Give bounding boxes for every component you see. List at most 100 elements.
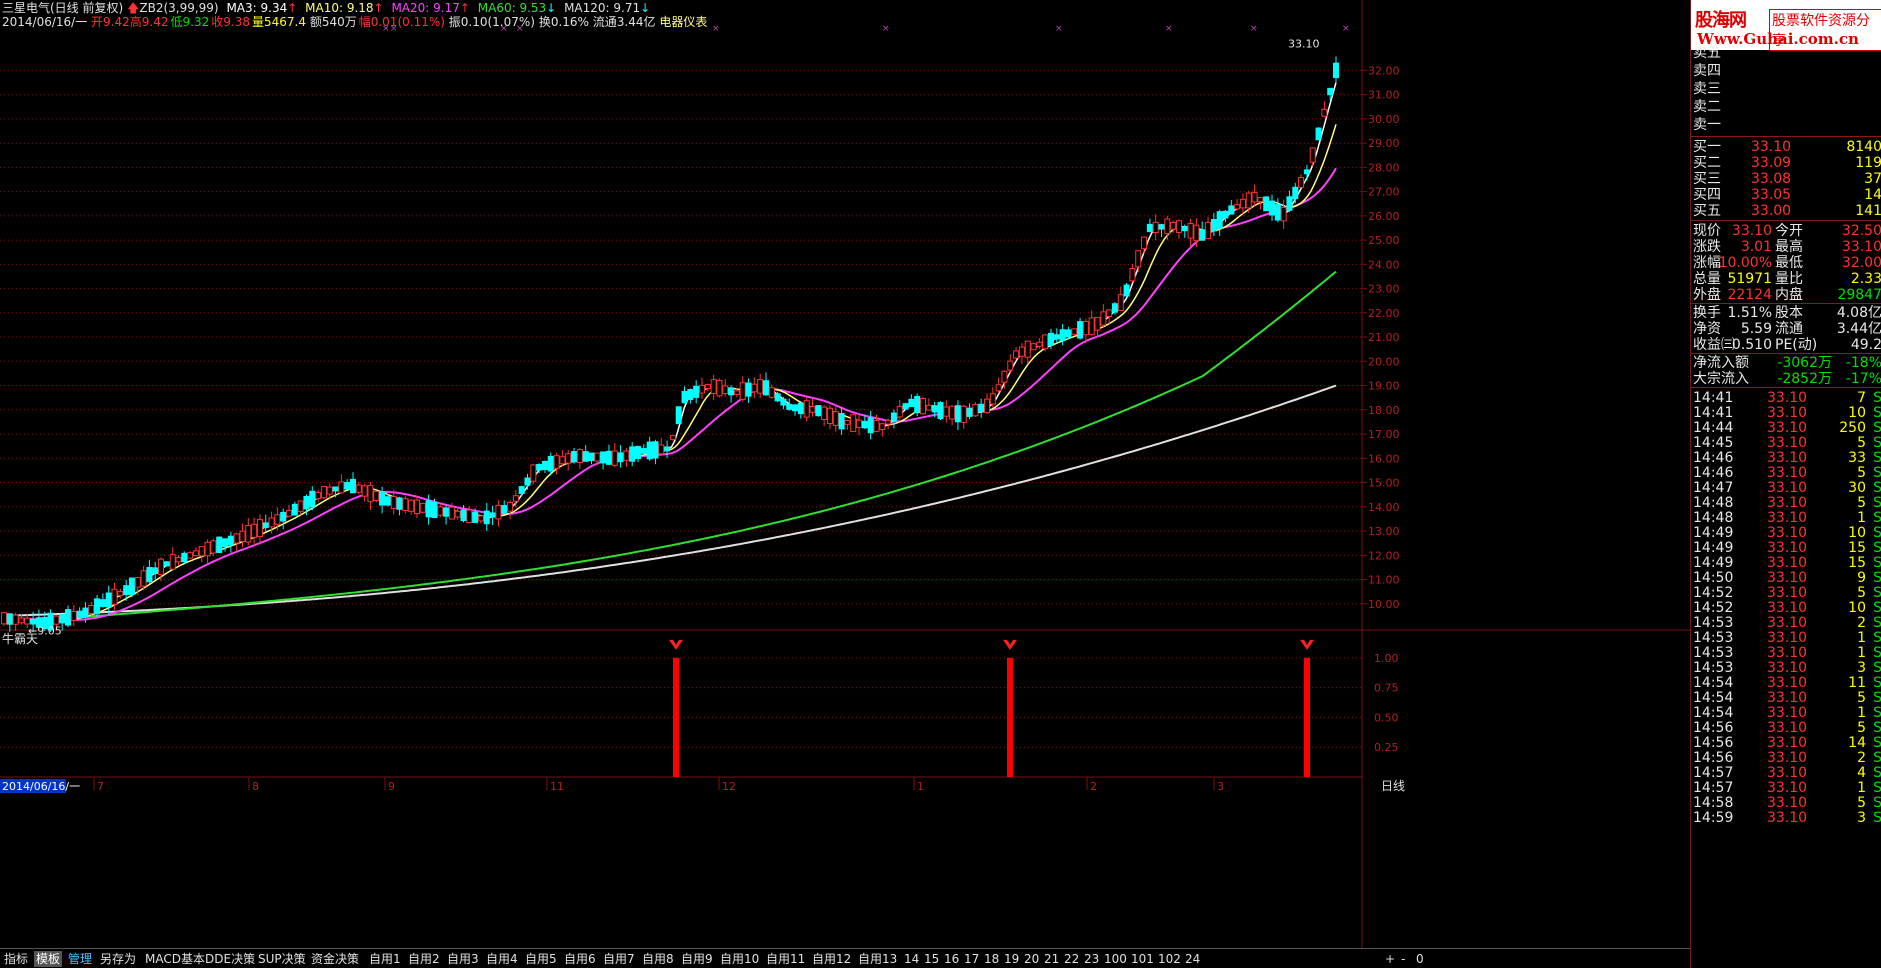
tab-7[interactable]: SUP决策 — [256, 951, 308, 967]
candle-down — [547, 455, 554, 472]
tab-13[interactable]: 自用5 — [523, 951, 559, 967]
candle-down — [1077, 321, 1084, 339]
tab-11[interactable]: 自用3 — [445, 951, 481, 967]
indicator-name[interactable]: ZB2(3,99,99) — [139, 1, 218, 15]
tab-20[interactable]: 自用12 — [810, 951, 853, 967]
tab-3[interactable]: 管理 — [66, 951, 94, 967]
candle-up — [850, 414, 857, 433]
candle-up — [920, 397, 927, 415]
kline-chart[interactable]: 10.0011.0012.0013.0014.0015.0016.0017.00… — [0, 0, 1690, 948]
tab-18[interactable]: 自用10 — [718, 951, 761, 967]
candle-down — [303, 495, 310, 510]
stock-name[interactable]: 三星电气(日线 前复权) — [2, 1, 123, 15]
tab-9[interactable]: 自用1 — [367, 951, 403, 967]
tab-30[interactable]: 22 — [1062, 951, 1081, 967]
tab-4[interactable]: 另存为 — [98, 951, 138, 967]
tab-27[interactable]: 19 — [1002, 951, 1021, 967]
candle-down — [280, 511, 287, 522]
bid-volume: 141 — [1855, 203, 1881, 219]
ask-row: 卖四 — [1691, 62, 1881, 80]
tab-10[interactable]: 自用2 — [406, 951, 442, 967]
tab-16[interactable]: 自用8 — [640, 951, 676, 967]
tab-8[interactable]: 资金决策 — [309, 951, 361, 967]
tab-15[interactable]: 自用7 — [601, 951, 637, 967]
price-tick-label: 18.00 — [1368, 404, 1400, 417]
candle-up — [1245, 192, 1252, 209]
zoom-in-button[interactable]: + — [1383, 951, 1397, 967]
candle-up — [18, 617, 25, 624]
quote-label: 收益㈢ — [1693, 337, 1735, 353]
tab-31[interactable]: 23 — [1082, 951, 1101, 967]
tab-14[interactable]: 自用6 — [562, 951, 598, 967]
tab-35[interactable]: 24 — [1183, 951, 1202, 967]
candle-up — [856, 419, 863, 429]
candle-up — [12, 614, 19, 625]
quote-value: 29847 — [1837, 287, 1881, 303]
price-tick-label: 16.00 — [1368, 452, 1400, 465]
tab-22[interactable]: 14 — [902, 951, 921, 967]
candle-up — [413, 499, 420, 515]
amplitude-value: 振0.10(1.07%) — [448, 15, 535, 29]
kline-chart-area[interactable]: 10.00 11.00 12.00 13.00 14.00 15.00 16.00 17.00… — [0, 0, 1690, 948]
tab-26[interactable]: 18 — [982, 951, 1001, 967]
tab-6[interactable]: DDE决策 — [203, 951, 257, 967]
month-label: 1 — [917, 780, 924, 793]
candle-up — [594, 452, 601, 462]
candle-up — [268, 517, 275, 528]
candle-up — [373, 490, 380, 502]
candle-down — [728, 387, 735, 396]
candle-down — [291, 503, 298, 516]
candle-down — [332, 486, 339, 492]
zoom-out-button[interactable]: - — [1399, 951, 1407, 967]
bottom-tab-bar: 指标 模板 管理 另存为 MACD基本 DDE决策 SUP决策 资金决策 自用1 自用2 自用3 自用… — [0, 948, 1690, 968]
tab-19[interactable]: 自用11 — [764, 951, 807, 967]
tab-34[interactable]: 102 — [1156, 951, 1183, 967]
candle-up — [576, 449, 583, 463]
tab-2[interactable]: 模板 — [34, 951, 63, 967]
bid-price: 33.00 — [1751, 203, 1792, 219]
sub-tick-label: 0.50 — [1374, 711, 1399, 724]
candle-up — [972, 404, 979, 417]
candle-up — [53, 615, 60, 625]
candle-up — [553, 455, 560, 469]
candle-down — [379, 491, 386, 506]
tab-12[interactable]: 自用4 — [484, 951, 520, 967]
candle-down — [1199, 229, 1206, 241]
tab-29[interactable]: 21 — [1042, 951, 1061, 967]
signal-bar — [1304, 657, 1310, 777]
candle-down — [617, 452, 624, 463]
tab-21[interactable]: 自用13 — [856, 951, 899, 967]
candle-up — [1129, 267, 1136, 282]
tab-33[interactable]: 101 — [1129, 951, 1156, 967]
tab-17[interactable]: 自用9 — [679, 951, 715, 967]
price-tick-label: 29.00 — [1368, 137, 1400, 150]
candle-up — [751, 383, 758, 393]
candle-down — [489, 512, 496, 518]
tab-23[interactable]: 15 — [922, 951, 941, 967]
candle-up — [1193, 224, 1200, 242]
candle-up — [803, 400, 810, 418]
tab-25[interactable]: 17 — [962, 951, 981, 967]
candle-up — [1280, 206, 1287, 222]
logo-name: 股海网 — [1695, 10, 1747, 31]
tab-5[interactable]: MACD基本 — [143, 951, 207, 967]
candle-up — [716, 379, 723, 397]
candle-up — [117, 591, 124, 597]
tab-32[interactable]: 100 — [1102, 951, 1129, 967]
tab-24[interactable]: 16 — [942, 951, 961, 967]
candle-up — [1205, 221, 1212, 239]
candle-down — [349, 478, 356, 494]
ma120-line — [3, 384, 1337, 617]
tab-1[interactable]: 指标 — [2, 951, 30, 967]
candle-down — [123, 585, 130, 596]
candle-up — [698, 384, 705, 394]
reset-zoom-button[interactable]: 0 — [1414, 951, 1426, 967]
candle-up — [466, 509, 473, 524]
candle-up — [704, 384, 711, 389]
candle-down — [82, 607, 89, 618]
candle-down — [861, 420, 868, 429]
candle-up — [1239, 198, 1246, 209]
candle-up — [1, 612, 7, 625]
tab-28[interactable]: 20 — [1022, 951, 1041, 967]
month-label: 9 — [388, 780, 395, 793]
